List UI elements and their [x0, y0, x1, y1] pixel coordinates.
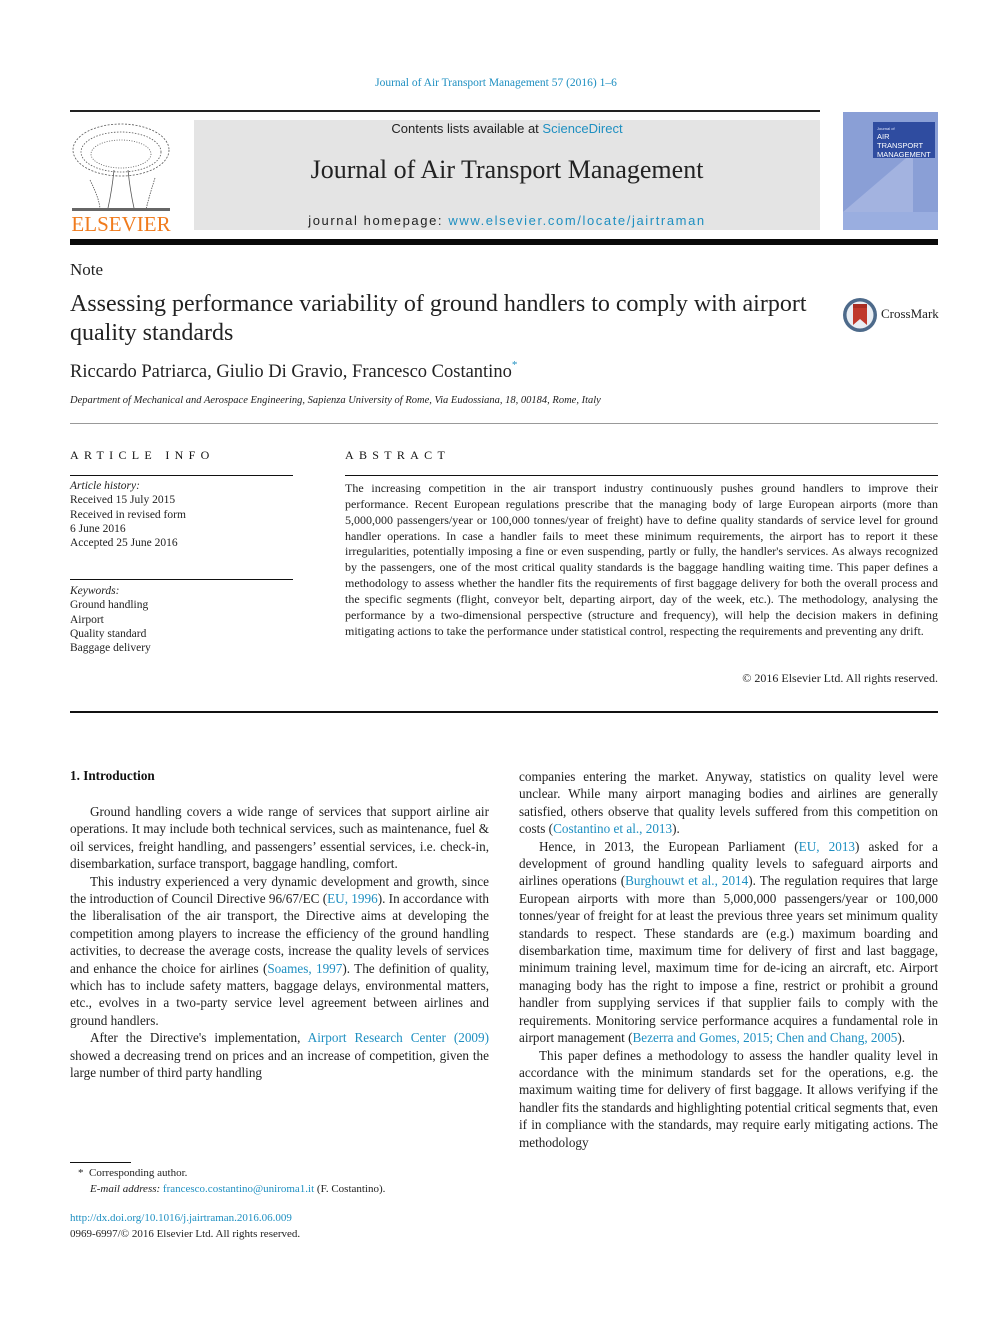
homepage-prefix: journal homepage:: [308, 213, 449, 228]
article-info-divider: [70, 475, 293, 476]
paragraph-text: ). The regula­tion requires that large E…: [519, 873, 939, 1046]
citation-link[interactable]: Bezerra and Gomes, 2015; Chen and Chang,…: [633, 1030, 898, 1045]
cover-aircraft-tail: [843, 152, 913, 212]
contents-line: Contents lists available at ScienceDirec…: [194, 121, 820, 136]
history-item: Received 15 July 2015: [70, 494, 176, 507]
citation-link[interactable]: EU, 2013: [799, 839, 855, 854]
crossmark-label: CrossMark: [881, 306, 939, 321]
body-paragraph: After the Directive's implementation, Ai…: [70, 1029, 489, 1081]
paragraph-text: Hence, in 2013, the European Parliament …: [539, 838, 799, 854]
abstract-heading: ABSTRACT: [345, 448, 451, 462]
citation-link[interactable]: Soames, 1997: [267, 961, 342, 976]
email-label: E-mail address:: [90, 1182, 161, 1195]
affiliation: Department of Mechanical and Aerospace E…: [70, 395, 601, 406]
article-title: Assessing performance variability of gro…: [70, 291, 807, 346]
homepage-line: journal homepage: www.elsevier.com/locat…: [194, 213, 820, 228]
citation-link[interactable]: Airport Research Center (2009): [308, 1030, 489, 1045]
history-item: Received in revised form: [70, 508, 186, 521]
affiliation-divider: [70, 423, 938, 424]
email-suffix: (F. Costantino).: [314, 1182, 386, 1195]
keyword-item: Ground handling: [70, 599, 149, 612]
keywords: Keywords: Ground handling Airport Qualit…: [70, 584, 151, 655]
doi-block: http://dx.doi.org/10.1016/j.jairtraman.2…: [70, 1210, 300, 1242]
section-heading-introduction: 1. Introduction: [70, 768, 155, 783]
keyword-item: Baggage delivery: [70, 642, 151, 655]
author-list: Riccardo Patriarca, Giulio Di Gravio, Fr…: [70, 359, 518, 383]
corresponding-author-note: Corresponding author.: [89, 1167, 188, 1179]
body-paragraph: Hence, in 2013, the European Parliament …: [519, 838, 938, 1047]
article-info-heading: ARTICLE INFO: [70, 448, 215, 462]
corresponding-author-marker[interactable]: *: [512, 359, 518, 371]
journal-citation-link[interactable]: Journal of Air Transport Management 57 (…: [0, 77, 992, 89]
paragraph-text: showed a decreasing trend on prices and …: [70, 1047, 489, 1081]
body-paragraph: This paper defines a methodology to asse…: [519, 1047, 938, 1151]
footnote-marker: *: [78, 1167, 84, 1179]
paragraph-text: This paper defines a methodology to asse…: [519, 1047, 938, 1150]
article-history: Article history: Received 15 July 2015 R…: [70, 479, 186, 550]
cover-small-text: Journal of: [877, 126, 895, 131]
paragraph-text: After the Directive's implementation,: [90, 1030, 308, 1046]
citation-link[interactable]: Burghouwt et al., 2014: [625, 873, 748, 888]
history-label: Article history:: [70, 480, 140, 492]
body-column-right: companies entering the market. Anyway, s…: [519, 768, 938, 1151]
abstract-divider: [345, 475, 938, 476]
cover-title: AIR TRANSPORT MANAGEMENT: [877, 132, 931, 159]
keyword-item: Quality standard: [70, 627, 147, 640]
abstract-copyright: © 2016 Elsevier Ltd. All rights reserved…: [742, 671, 938, 685]
keywords-divider: [70, 579, 293, 580]
paragraph-text: ).: [672, 821, 680, 837]
homepage-link[interactable]: www.elsevier.com/locate/jairtraman: [448, 213, 705, 228]
author-names: Riccardo Patriarca, Giulio Di Gravio, Fr…: [70, 362, 512, 382]
journal-title: Journal of Air Transport Management: [310, 155, 704, 184]
abstract-text: The increasing competition in the air tr…: [345, 481, 938, 638]
citation-link[interactable]: EU, 1996: [327, 891, 378, 906]
body-paragraph: This industry experienced a very dynamic…: [70, 873, 489, 1030]
masthead-divider: [70, 239, 938, 245]
keywords-label: Keywords:: [70, 585, 120, 597]
history-item: 6 June 2016: [70, 522, 126, 535]
crossmark-button[interactable]: CrossMark: [841, 295, 941, 335]
body-paragraph: Ground handling covers a wide range of s…: [70, 803, 489, 873]
paragraph-text: Ground handling covers a wide range of s…: [70, 804, 489, 872]
sciencedirect-link[interactable]: ScienceDirect: [542, 121, 622, 136]
top-divider: [70, 110, 820, 112]
article-type-label: Note: [70, 260, 104, 279]
cover-footer: [843, 212, 938, 230]
history-item: Accepted 25 June 2016: [70, 537, 178, 550]
citation-link[interactable]: Costantino et al., 2013: [553, 821, 672, 836]
contents-prefix: Contents lists available at: [391, 121, 543, 136]
body-paragraph: companies entering the market. Anyway, s…: [519, 768, 938, 838]
issn-copyright: 0969-6997/© 2016 Elsevier Ltd. All right…: [70, 1228, 301, 1240]
paragraph-text: ).: [897, 1030, 906, 1046]
body-column-left: Ground handling covers a wide range of s…: [70, 803, 489, 1082]
keyword-item: Airport: [70, 613, 104, 626]
footnote-divider: [70, 1162, 131, 1163]
journal-cover-thumbnail[interactable]: Journal of AIR TRANSPORT MANAGEMENT: [843, 112, 938, 230]
abstract-bottom-divider: [70, 711, 938, 713]
footnote: * Corresponding author. E-mail address: …: [78, 1166, 385, 1197]
email-link[interactable]: francesco.costantino@uniroma1.it: [163, 1183, 314, 1195]
elsevier-wordmark: ELSEVIER: [71, 212, 171, 236]
crossmark-icon: [843, 298, 877, 332]
doi-link[interactable]: http://dx.doi.org/10.1016/j.jairtraman.2…: [70, 1210, 300, 1226]
